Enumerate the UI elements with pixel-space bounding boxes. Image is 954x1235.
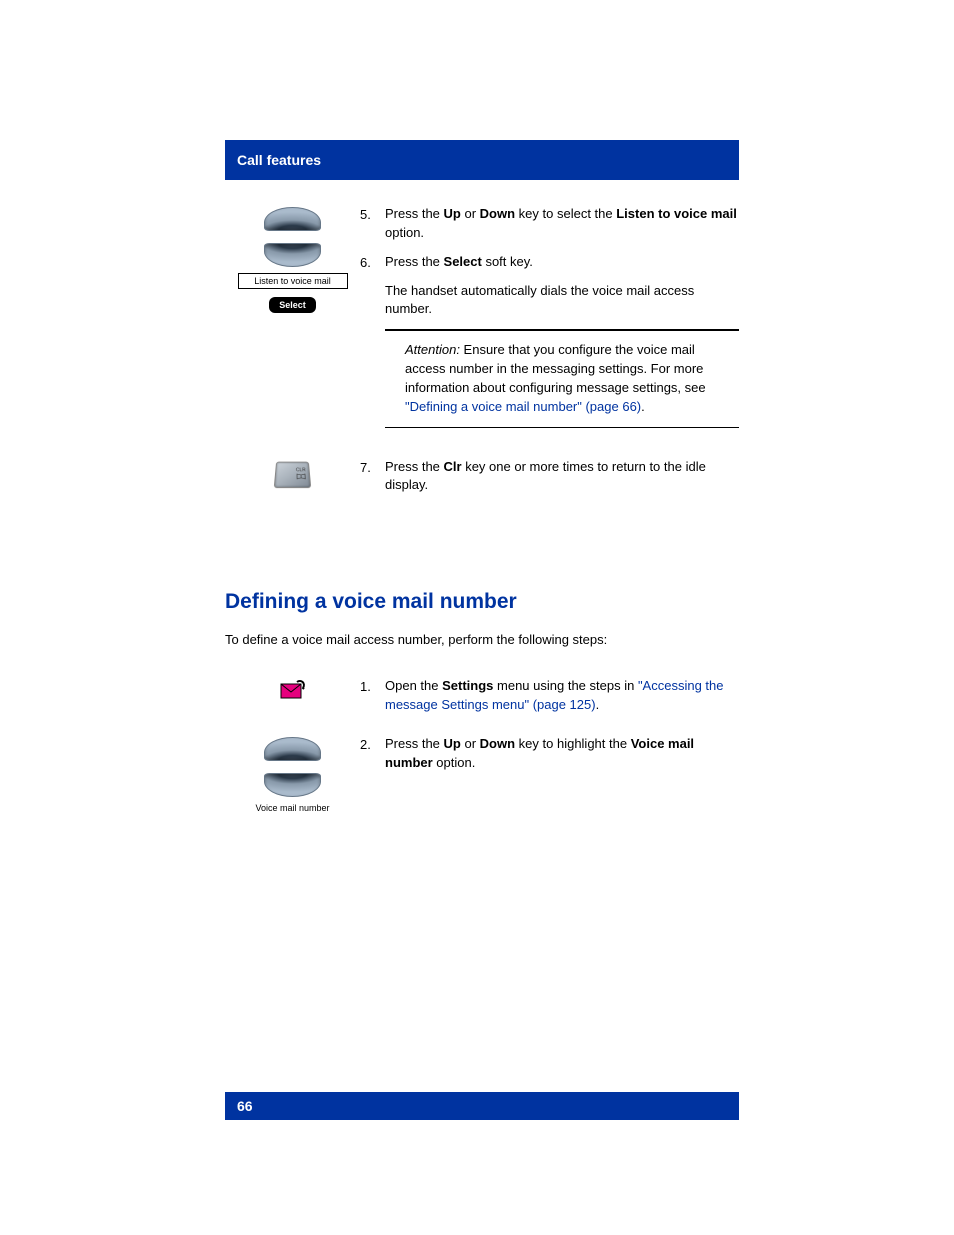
stepb2-keyup: Up: [444, 736, 461, 751]
step5-text: Press the Up or Down key to select the L…: [385, 205, 739, 253]
step6-followup: The handset automatically dials the voic…: [385, 282, 739, 320]
step5-6-icon-col: Listen to voice mail Select: [225, 205, 360, 438]
clr-key-book-icon: [296, 473, 306, 480]
attention-label: Attention:: [405, 342, 460, 357]
defining-voicemail-intro: To define a voice mail access number, pe…: [225, 632, 739, 647]
step6-number: 6.: [360, 253, 385, 438]
stepb2-text-d: option.: [433, 755, 476, 770]
step5-keyup: Up: [444, 206, 461, 221]
note-bottom-rule: [385, 427, 739, 428]
stepb2-number: 2.: [360, 735, 385, 813]
attention-note: Attention: Ensure that you configure the…: [405, 341, 719, 416]
stepb1-icon-col: [225, 677, 360, 725]
nav-up-key-icon: [264, 207, 321, 231]
stepb2-text-a: Press the: [385, 736, 444, 751]
nav-up-key-icon-2: [264, 737, 321, 761]
stepb2-text-b: or: [461, 736, 480, 751]
step5-text-a: Press the: [385, 206, 444, 221]
step5-text-b: or: [461, 206, 480, 221]
attention-text-b: .: [641, 399, 645, 414]
stepb2-text-c: key to highlight the: [515, 736, 631, 751]
stepb1-number: 1.: [360, 677, 385, 725]
page-footer-bar: 66: [225, 1092, 739, 1120]
listen-voicemail-label-box: Listen to voice mail: [238, 273, 348, 289]
page-content: Call features Listen to voice mail Selec…: [0, 0, 954, 813]
stepb1-text: Open the Settings menu using the steps i…: [385, 677, 739, 725]
voicemail-number-label: Voice mail number: [255, 803, 329, 813]
note-top-rule: [385, 329, 739, 331]
step5-text-d: option.: [385, 225, 424, 240]
clr-key-icon: CLR: [274, 461, 312, 487]
section-header-spacer: [521, 140, 739, 180]
step5-option: Listen to voice mail: [616, 206, 737, 221]
stepb1-text-b: menu using the steps in: [493, 678, 638, 693]
select-softkey-box: Select: [269, 297, 316, 313]
stepb1-menu: Settings: [442, 678, 493, 693]
clr-key-label: CLR: [296, 468, 306, 473]
nav-down-key-icon: [264, 243, 321, 267]
nav-down-key-icon-2: [264, 773, 321, 797]
step5-number: 5.: [360, 205, 385, 253]
instruction-block-b1: 1. Open the Settings menu using the step…: [225, 677, 739, 725]
stepb2-keydown: Down: [480, 736, 515, 751]
step6-text: Press the Select soft key. The handset a…: [385, 253, 739, 438]
step7-text: Press the Clr key one or more times to r…: [385, 458, 739, 506]
section-header-title: Call features: [225, 140, 521, 180]
step7-number: 7.: [360, 458, 385, 506]
messaging-envelope-icon: [279, 679, 307, 701]
stepb1-text-a: Open the: [385, 678, 442, 693]
defining-voicemail-heading: Defining a voice mail number: [225, 590, 739, 614]
instruction-block-b2: Voice mail number 2. Press the Up or Dow…: [225, 735, 739, 813]
instruction-block-5-6: Listen to voice mail Select 5. Press the…: [225, 205, 739, 438]
step7-key: Clr: [444, 459, 462, 474]
section-header-bar: Call features: [225, 140, 739, 180]
stepb2-text: Press the Up or Down key to highlight th…: [385, 735, 739, 813]
stepb2-icon-col: Voice mail number: [225, 735, 360, 813]
page-number: 66: [237, 1098, 253, 1114]
step6-softkey: Select: [444, 254, 482, 269]
step5-keydown: Down: [480, 206, 515, 221]
step6-text-a: Press the: [385, 254, 444, 269]
step6-text-b: soft key.: [482, 254, 533, 269]
step7-text-a: Press the: [385, 459, 444, 474]
step7-icon-col: CLR: [225, 458, 360, 506]
attention-link[interactable]: "Defining a voice mail number" (page 66): [405, 399, 641, 414]
instruction-block-7: CLR 7. Press the Clr key one or more tim…: [225, 458, 739, 506]
stepb1-text-c: .: [596, 697, 600, 712]
step5-text-c: key to select the: [515, 206, 616, 221]
